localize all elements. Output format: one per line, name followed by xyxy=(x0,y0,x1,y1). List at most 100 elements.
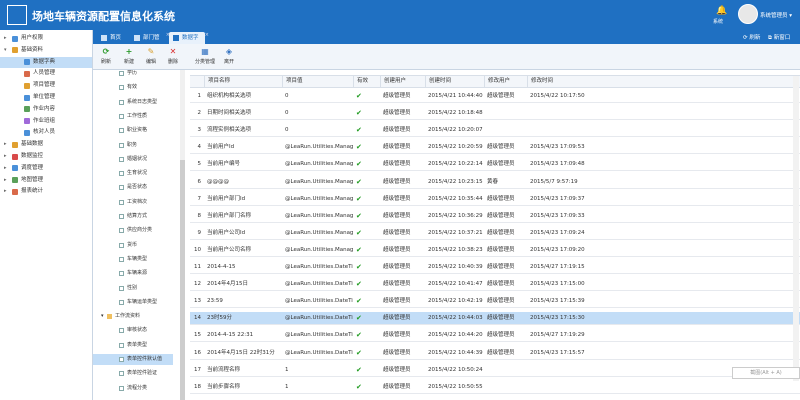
tab[interactable]: 数据字典× xyxy=(169,32,209,53)
sidebar-item[interactable]: 人员管理 xyxy=(0,68,92,79)
sidebar-item[interactable]: 作业内容 xyxy=(0,104,92,115)
avatar[interactable] xyxy=(738,4,758,24)
tree-item[interactable]: 是否状态 xyxy=(93,182,173,193)
tree-scroll-thumb[interactable] xyxy=(180,160,185,400)
edit-button[interactable]: ✎ 编辑 xyxy=(141,48,161,66)
tree-item[interactable]: 供应商分类 xyxy=(93,225,173,236)
tree-item[interactable]: 表单类型 xyxy=(93,340,173,351)
tree-item[interactable]: 学历 xyxy=(93,70,173,79)
caret-right-icon[interactable]: ▸ xyxy=(4,175,7,186)
tree-item[interactable]: 职业资格 xyxy=(93,125,173,136)
caret-right-icon[interactable]: ▸ xyxy=(4,139,7,150)
column-header[interactable]: 创建用户 xyxy=(380,76,425,87)
tree-item[interactable]: 审核状态 xyxy=(93,325,173,336)
table-cell: 2015/4/22 10:20:07 xyxy=(428,127,483,134)
caret-down-icon[interactable]: ▾ xyxy=(4,45,7,56)
sidebar-item[interactable]: 数据字典 xyxy=(0,56,92,68)
table-cell: 当前用户编号 xyxy=(207,161,241,168)
table-row[interactable]: 7 当前用户部门Id @LeaRun.Utilities.Manag... ✔ 超级管理… xyxy=(190,193,800,206)
tree-item[interactable]: 车辆类型 xyxy=(93,254,173,265)
refresh-button[interactable]: ⟳ 刷新 xyxy=(96,48,116,66)
tree-item[interactable]: 结算方式 xyxy=(93,211,173,222)
caret-right-icon[interactable]: ▸ xyxy=(4,151,7,162)
tree-item[interactable]: 系统日志类型 xyxy=(93,97,173,108)
column-header[interactable]: 项目值 xyxy=(282,76,353,87)
tree-item[interactable]: 职务 xyxy=(93,140,173,151)
table-row[interactable]: 5 当前用户编号 @LeaRun.Utilities.Manag... ✔ 超级管理员 2… xyxy=(190,158,800,172)
sidebar-item[interactable]: 作业班组 xyxy=(0,116,92,127)
table-row[interactable]: 4 当前用户Id @LeaRun.Utilities.Manag... ✔ 超级管理员 2… xyxy=(190,141,800,155)
sidebar-item[interactable]: ▸ 地图管理 xyxy=(0,175,92,186)
table-row[interactable]: 1 组织机构相关选项 0 ✔ 超级管理员 2015/4/21 10:44:40 超级管理员 2… xyxy=(190,90,800,103)
table-cell: 0 xyxy=(285,93,289,99)
tree-item[interactable]: 婚姻状况 xyxy=(93,154,173,165)
table-row[interactable]: 16 2014年4月15日 22时31分 @LeaRun.Utilities.Dat… xyxy=(190,347,800,360)
row-number: 15 xyxy=(194,332,201,339)
sidebar-item[interactable]: ▸ 报表统计 xyxy=(0,186,92,197)
sidebar-item[interactable]: ▸ 调度管理 xyxy=(0,163,92,174)
sidebar-item[interactable]: 单位管理 xyxy=(0,92,92,103)
user-menu[interactable]: 系统管理员 ▾ xyxy=(760,11,792,19)
caret-down-icon[interactable]: ▾ xyxy=(101,311,104,322)
tree-item[interactable]: 表单控件默认值 xyxy=(93,354,173,365)
tab[interactable]: 首页 xyxy=(97,32,127,44)
new-window-button[interactable]: ⧉ 新窗口 xyxy=(768,32,790,44)
tree-item[interactable]: 车辆运单类型 xyxy=(93,297,173,308)
table-row[interactable]: 18 当前步骤名称 1 ✔ 超级管理员 2015/4/22 10:50:55 xyxy=(190,381,800,394)
table-row[interactable]: 9 当前用户公司Id @LeaRun.Utilities.Manag... ✔ 超级管理… xyxy=(190,227,800,240)
table-cell: 超级管理员 xyxy=(487,349,515,356)
document-icon xyxy=(119,285,124,291)
table-cell: 当前用户公司Id xyxy=(207,229,246,236)
column-header[interactable]: 有效 xyxy=(353,76,380,87)
column-header[interactable]: 项目名称 xyxy=(204,76,282,87)
column-header[interactable]: 修改时间 xyxy=(527,76,800,87)
bell-icon[interactable]: 🔔 xyxy=(716,6,728,18)
category-button[interactable]: ▦ 分类管理 xyxy=(195,48,215,66)
table-row[interactable]: 3 流程实例相关选项 0 ✔ 超级管理员 2015/4/22 10:20:07 xyxy=(190,124,800,138)
caret-right-icon[interactable]: ▸ xyxy=(4,186,7,197)
sidebar-item[interactable]: ▸ 数据监控 xyxy=(0,151,92,162)
column-header[interactable]: 创建时间 xyxy=(425,76,484,87)
sidebar-item[interactable]: 项目管理 xyxy=(0,80,92,91)
tree-item[interactable]: 车辆来源 xyxy=(93,268,173,279)
exit-button[interactable]: ◈ 离开 xyxy=(219,48,239,66)
table-row[interactable]: 8 当前用户部门名称 @LeaRun.Utilities.Manag... ✔ 超级管理… xyxy=(190,210,800,223)
tree-item[interactable]: 有效 xyxy=(93,82,173,93)
caret-right-icon[interactable]: ▸ xyxy=(4,33,7,44)
sidebar-item-label: 核对人员 xyxy=(33,129,56,136)
table-row[interactable]: 11 2014-4-15 @LeaRun.Utilities.DateTi... ✔ 超… xyxy=(190,261,800,274)
bell-label[interactable]: 系统 xyxy=(713,18,723,25)
table-row[interactable]: 17 当前流程名称 1 ✔ 超级管理员 2015/4/22 10:50:24 xyxy=(190,364,800,377)
grid-scrollbar[interactable] xyxy=(793,76,799,381)
tab[interactable]: 部门管理× xyxy=(130,32,170,53)
table-row[interactable]: 14 23时59分 @LeaRun.Utilities.DateTi... ✔ 超级管理… xyxy=(190,312,800,326)
tree-item[interactable]: 生育状况 xyxy=(93,168,173,179)
check-icon: ✔ xyxy=(356,228,362,237)
close-icon[interactable]: × xyxy=(205,29,209,41)
sidebar-item[interactable]: ▾ 基础资料 xyxy=(0,45,92,56)
table-row[interactable]: 6 @@@@ @LeaRun.Utilities.Manag... ✔ 超级管理员 201… xyxy=(190,176,800,189)
tree-item[interactable]: 表单控件验证 xyxy=(93,368,173,379)
add-button[interactable]: + 新建 xyxy=(119,48,139,66)
tree-item[interactable]: 流程分类 xyxy=(93,383,173,394)
tree-item[interactable]: 性别 xyxy=(93,283,173,294)
sidebar-item[interactable]: 核对人员 xyxy=(0,127,92,138)
row-number: 6 xyxy=(197,178,202,185)
column-header[interactable]: 修改用户 xyxy=(484,76,527,87)
tree-item[interactable]: 工资档次 xyxy=(93,197,173,208)
table-row[interactable]: 15 2014-4-15 22:31 @LeaRun.Utilities.DateT… xyxy=(190,329,800,343)
document-icon xyxy=(119,142,124,148)
table-row[interactable]: 10 当前用户公司名称 @LeaRun.Utilities.Manag... ✔ 超级管… xyxy=(190,244,800,257)
caret-right-icon[interactable]: ▸ xyxy=(4,163,7,174)
delete-button[interactable]: ✕ 删除 xyxy=(163,48,183,66)
tree-item[interactable]: 货币 xyxy=(93,240,173,251)
sidebar-item[interactable]: ▸ 基础数据 xyxy=(0,139,92,150)
document-icon xyxy=(119,371,124,377)
sidebar-item[interactable]: ▸ 用户权限 xyxy=(0,33,92,44)
table-row[interactable]: 12 2014年4月15日 @LeaRun.Utilities.DateTi... ✔… xyxy=(190,278,800,292)
tree-item[interactable]: 工作性质 xyxy=(93,111,173,122)
refresh-page-button[interactable]: ⟳ 刷新 xyxy=(743,32,760,44)
table-row[interactable]: 13 23:59 @LeaRun.Utilities.DateTi... ✔ 超级管理员… xyxy=(190,295,800,309)
table-row[interactable]: 2 日期时间相关选项 0 ✔ 超级管理员 2015/4/22 10:18:48 xyxy=(190,107,800,121)
tree-item[interactable]: ▾ 工作流资料 xyxy=(93,311,173,322)
